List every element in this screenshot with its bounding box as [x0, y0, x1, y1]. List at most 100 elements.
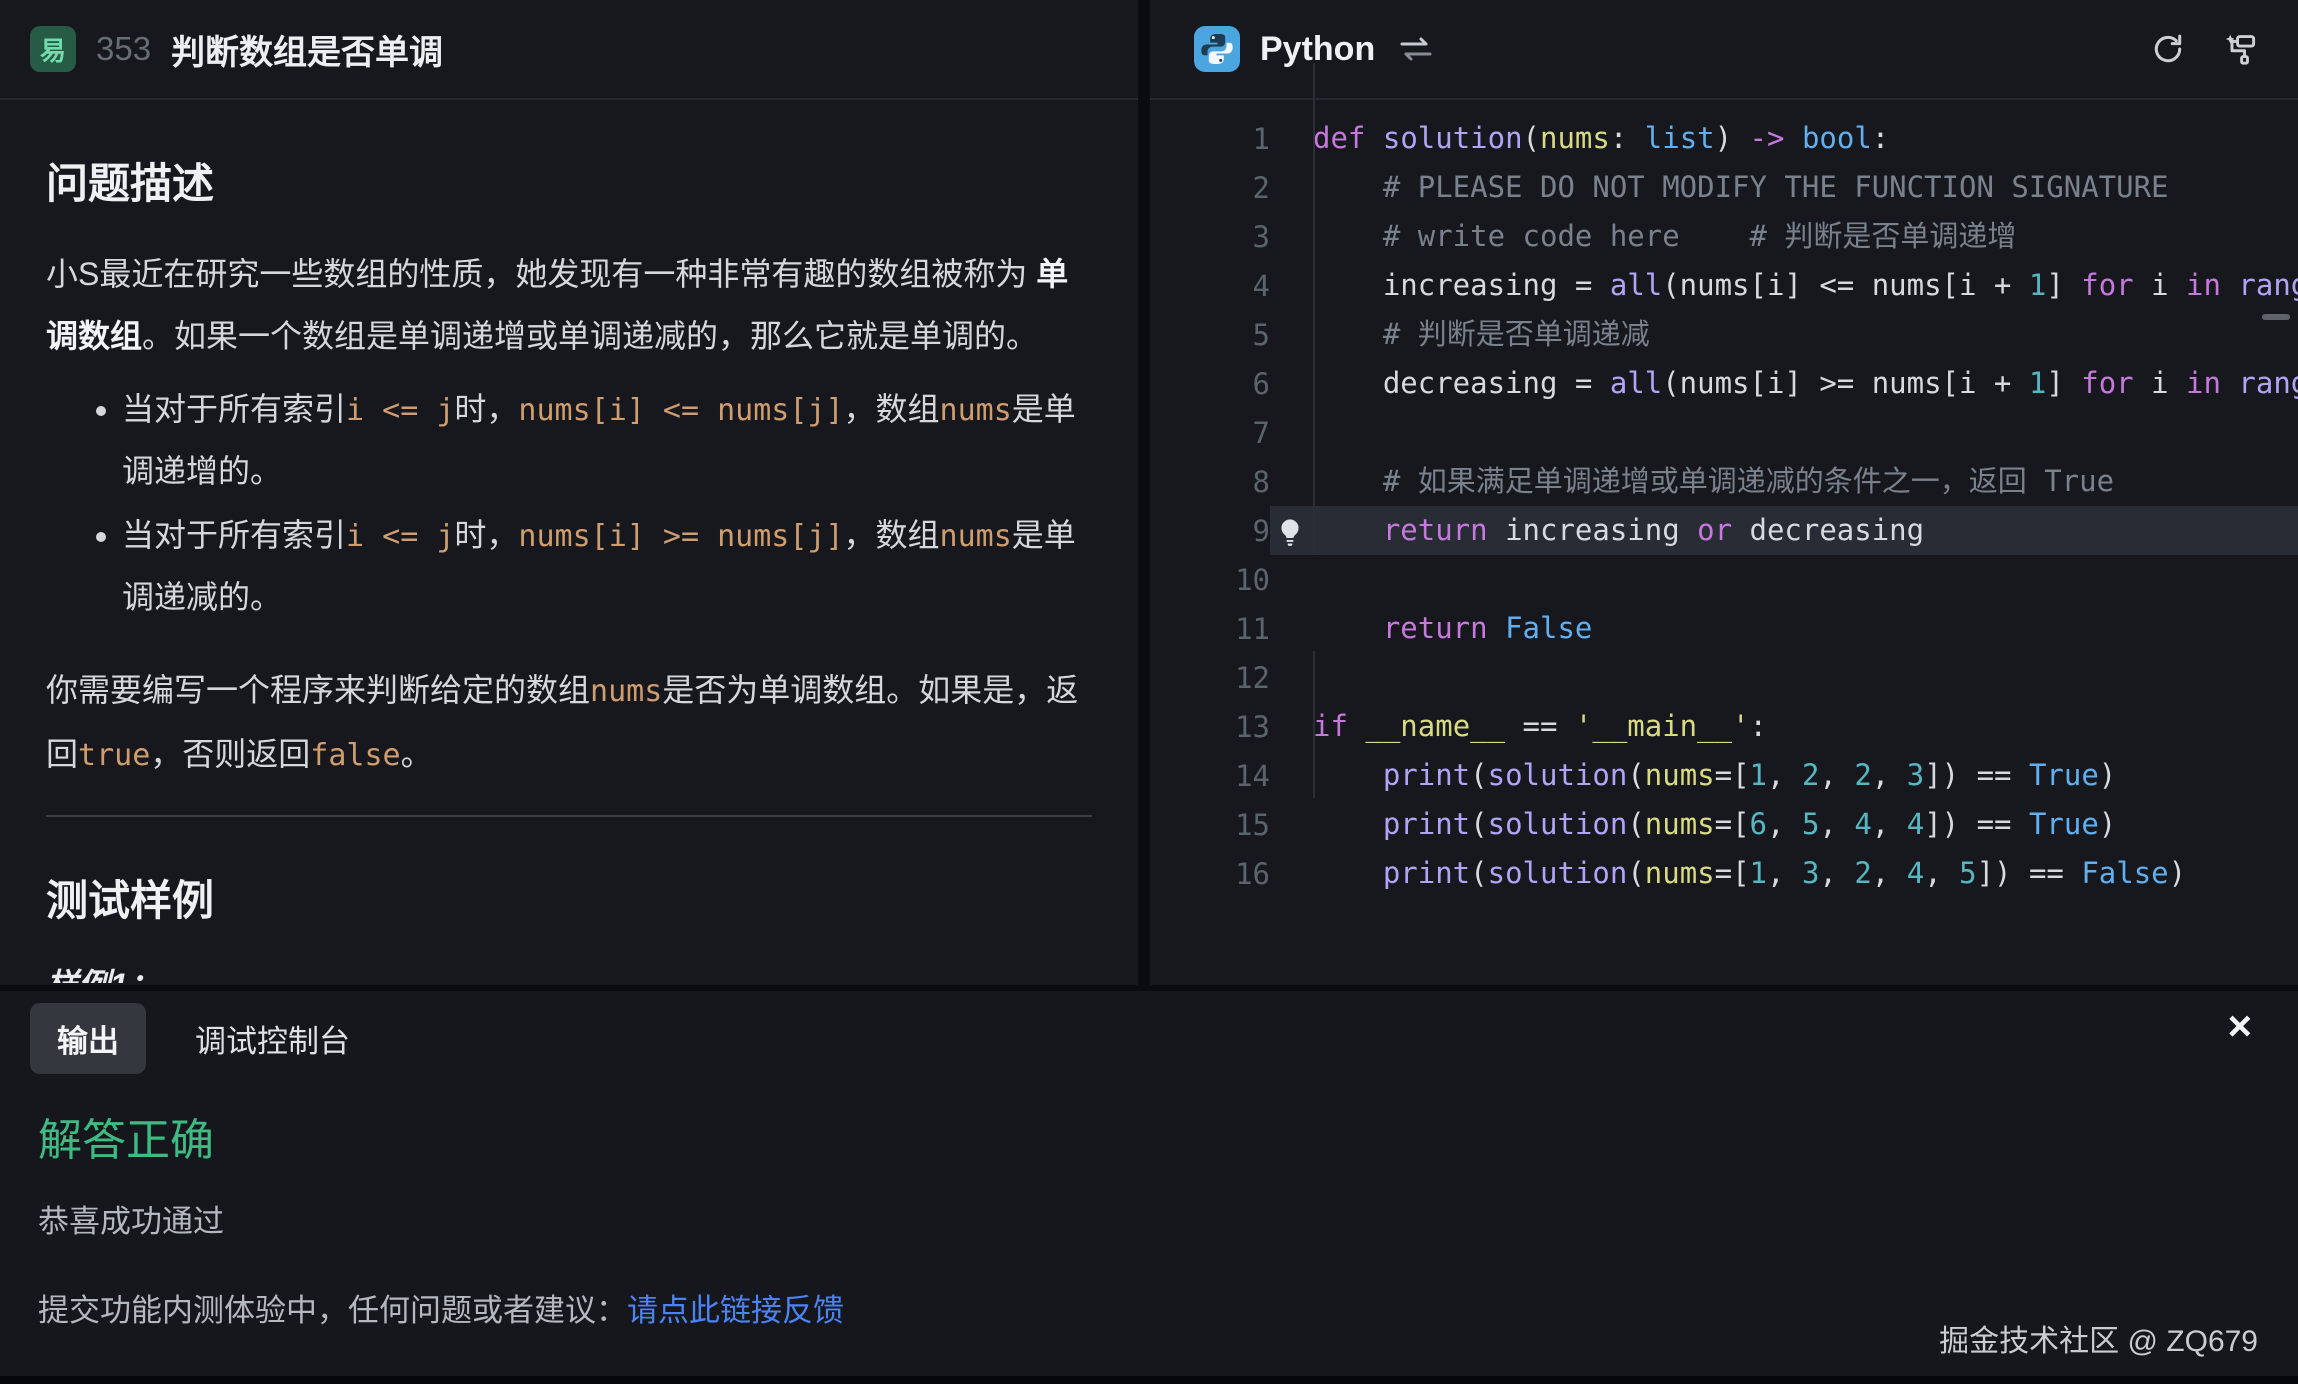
code-line[interactable]: 10 — [1150, 555, 2298, 604]
code-line-text[interactable] — [1270, 408, 2298, 457]
code-token: decreasing = — [1313, 366, 1610, 400]
code-line-text[interactable]: # 如果满足单调递增或单调递减的条件之一，返回 True — [1270, 457, 2298, 506]
code-token — [1784, 121, 1801, 155]
code-token: # 如果满足单调递增或单调递减的条件之一，返回 True — [1383, 464, 2114, 498]
inline-code: nums — [940, 393, 1012, 428]
problem-id: 353 — [96, 30, 151, 68]
line-number: 12 — [1150, 661, 1270, 695]
code-token: list — [1645, 121, 1715, 155]
code-token: , — [1819, 758, 1854, 792]
code-line-text[interactable]: decreasing = all(nums[i] >= nums[i + 1] … — [1270, 359, 2298, 408]
code-token: increasing = — [1313, 268, 1610, 302]
code-token: 1 — [2029, 366, 2046, 400]
code-line-text[interactable]: print(solution(nums=[1, 3, 2, 4, 5]) == … — [1270, 849, 2298, 898]
code-line[interactable]: 5 # 判断是否单调递减 — [1150, 310, 2298, 359]
code-token — [1313, 219, 1383, 253]
feedback-text: 提交功能内测体验中，任何问题或者建议： — [38, 1293, 627, 1328]
code-token — [1348, 709, 1365, 743]
code-line[interactable]: 14 print(solution(nums=[1, 2, 2, 3]) == … — [1150, 751, 2298, 800]
code-line[interactable]: 1def solution(nums: list) -> bool: — [1150, 114, 2298, 163]
inline-code: i <= j — [346, 393, 454, 428]
code-line-text[interactable] — [1270, 555, 2298, 604]
code-token: , — [1767, 807, 1802, 841]
close-icon[interactable]: × — [2227, 1005, 2252, 1047]
tab-debug-console[interactable]: 调试控制台 — [168, 1003, 377, 1074]
code-token: : — [1610, 121, 1645, 155]
code-line[interactable]: 15 print(solution(nums=[6, 5, 4, 4]) == … — [1150, 800, 2298, 849]
text-segment: ，数组 — [844, 391, 940, 427]
problem-title: 判断数组是否单调 — [171, 25, 443, 74]
condition-list: 当对于所有索引i <= j时，nums[i] <= nums[j]，数组nums… — [46, 379, 1092, 627]
refresh-icon — [2150, 31, 2186, 67]
code-line-text[interactable]: print(solution(nums=[1, 2, 2, 3]) == Tru… — [1270, 751, 2298, 800]
code-token: 2 — [1854, 856, 1871, 890]
code-line-text[interactable]: increasing = all(nums[i] <= nums[i + 1] … — [1270, 261, 2298, 310]
line-number: 1 — [1150, 122, 1270, 156]
code-line[interactable]: 2 # PLEASE DO NOT MODIFY THE FUNCTION SI… — [1150, 163, 2298, 212]
code-editor[interactable]: 1def solution(nums: list) -> bool:2 # PL… — [1150, 100, 2298, 983]
code-line-text[interactable]: return increasing or decreasing — [1270, 506, 2298, 555]
code-token: ] — [2046, 268, 2081, 302]
code-line[interactable]: 13if __name__ == '__main__': — [1150, 702, 2298, 751]
tab-output[interactable]: 输出 — [30, 1003, 146, 1074]
code-line[interactable]: 11 return False — [1150, 604, 2298, 653]
code-line-text[interactable]: # write code here # 判断是否单调递增 — [1270, 212, 2298, 261]
line-number: 13 — [1150, 710, 1270, 744]
feedback-link[interactable]: 请点此链接反馈 — [627, 1293, 844, 1328]
problem-panel: 易 353 判断数组是否单调 问题描述 小S最近在研究一些数组的性质，她发现有一… — [0, 0, 1138, 985]
code-token: (nums[i] >= nums[i + — [1662, 366, 2029, 400]
difficulty-badge: 易 — [30, 26, 76, 72]
code-token: print — [1383, 758, 1470, 792]
code-line[interactable]: 9 return increasing or decreasing — [1150, 506, 2298, 555]
panel-divider[interactable] — [1138, 0, 1150, 985]
code-token: ]) == — [1924, 807, 2029, 841]
code-token: , — [1819, 856, 1854, 890]
code-line-text[interactable]: if __name__ == '__main__': — [1270, 702, 2298, 751]
code-token: 5 — [1802, 807, 1819, 841]
inline-code: nums — [590, 674, 662, 709]
switch-language-icon[interactable] — [1399, 36, 1433, 62]
code-line[interactable]: 16 print(solution(nums=[1, 3, 2, 4, 5]) … — [1150, 849, 2298, 898]
code-token: True — [2029, 807, 2099, 841]
inline-code: nums — [940, 519, 1012, 554]
code-token: 6 — [1750, 807, 1767, 841]
scrollbar-thumb[interactable] — [2262, 314, 2290, 320]
code-line-text[interactable]: return False — [1270, 604, 2298, 653]
code-token: True — [2029, 758, 2099, 792]
examples-heading: 测试样例 — [46, 867, 1092, 928]
code-line-text[interactable]: # 判断是否单调递减 — [1270, 310, 2298, 359]
language-label[interactable]: Python — [1260, 30, 1375, 69]
code-line[interactable]: 3 # write code here # 判断是否单调递增 — [1150, 212, 2298, 261]
description-heading: 问题描述 — [46, 150, 1092, 211]
code-token: , — [1767, 856, 1802, 890]
code-line[interactable]: 8 # 如果满足单调递增或单调递减的条件之一，返回 True — [1150, 457, 2298, 506]
code-token: 4 — [1854, 807, 1871, 841]
code-token: ) — [2169, 856, 2186, 890]
result-subtitle: 恭喜成功通过 — [38, 1196, 2298, 1241]
code-line-text[interactable]: # PLEASE DO NOT MODIFY THE FUNCTION SIGN… — [1270, 163, 2298, 212]
code-line[interactable]: 4 increasing = all(nums[i] <= nums[i + 1… — [1150, 261, 2298, 310]
code-token: all — [1610, 268, 1662, 302]
description-paragraph-1: 小S最近在研究一些数组的性质，她发现有一种非常有趣的数组被称为 单调数组。如果一… — [46, 243, 1092, 367]
reset-code-button[interactable] — [2150, 31, 2186, 67]
section-divider — [46, 815, 1092, 817]
code-token: : — [1872, 121, 1889, 155]
code-line-text[interactable] — [1270, 653, 2298, 702]
text-segment: ，数组 — [844, 517, 940, 553]
code-line-text[interactable]: print(solution(nums=[6, 5, 4, 4]) == Tru… — [1270, 800, 2298, 849]
code-token: 1 — [1750, 758, 1767, 792]
code-token: print — [1383, 807, 1470, 841]
code-token: =[ — [1715, 856, 1750, 890]
code-token — [1313, 611, 1383, 645]
code-token: -> — [1750, 121, 1785, 155]
format-code-button[interactable] — [2220, 30, 2258, 68]
code-token: ( — [1470, 807, 1487, 841]
lightbulb-icon[interactable] — [1274, 514, 1306, 546]
code-line[interactable]: 6 decreasing = all(nums[i] >= nums[i + 1… — [1150, 359, 2298, 408]
code-token: ( — [1627, 807, 1644, 841]
code-token: solution — [1383, 121, 1523, 155]
code-line[interactable]: 7 — [1150, 408, 2298, 457]
code-line-text[interactable]: def solution(nums: list) -> bool: — [1270, 114, 2298, 163]
code-line[interactable]: 12 — [1150, 653, 2298, 702]
code-token: ) — [2099, 807, 2116, 841]
